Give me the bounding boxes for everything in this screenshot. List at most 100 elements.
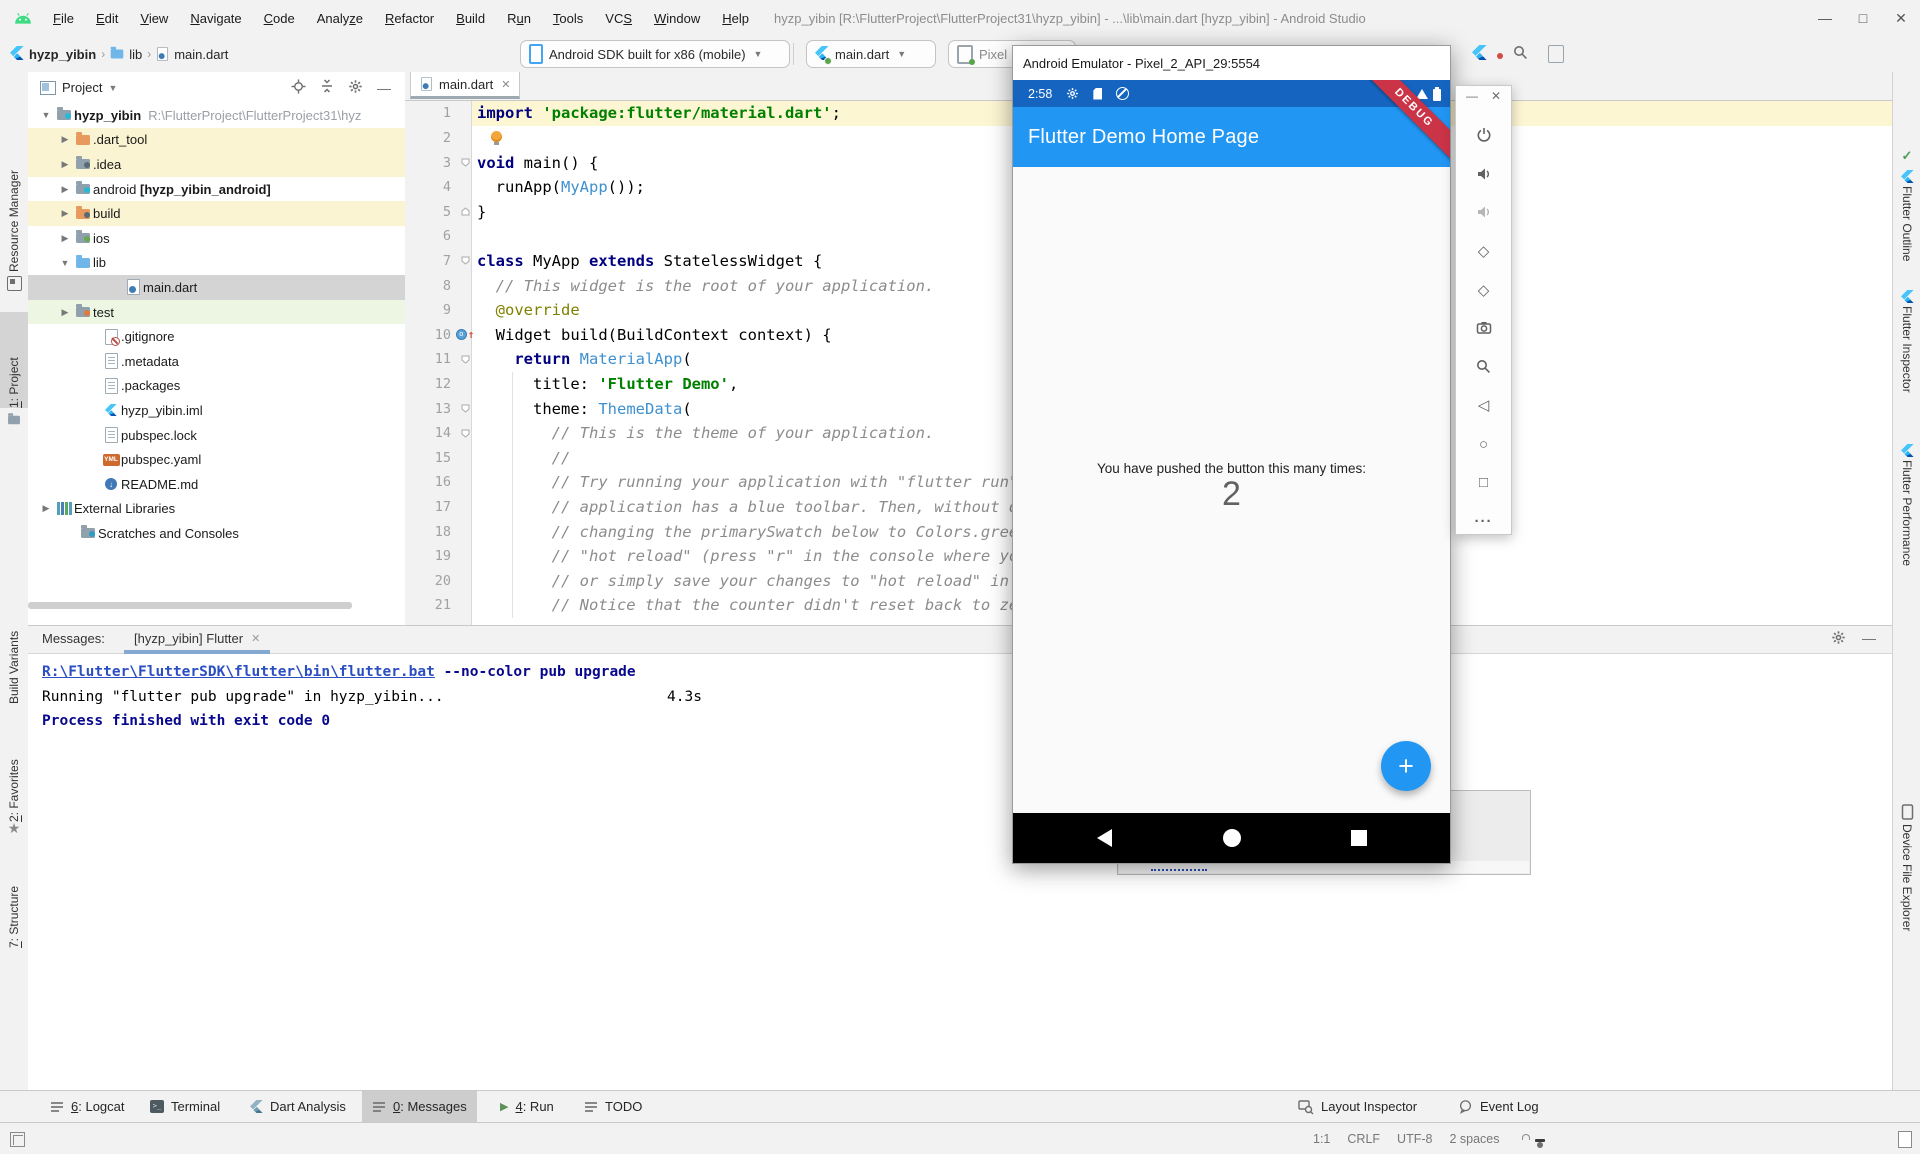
menu-view[interactable]: View [129,11,179,26]
minimize-icon[interactable]: — [1806,10,1844,26]
sidebar-tab-resource-manager[interactable]: Resource Manager [0,154,28,272]
device-selector-dropdown[interactable]: Android SDK built for x86 (mobile) ▼ [520,40,790,68]
toolwindow-tab-dart-analysis[interactable]: Dart Analysis [240,1091,356,1122]
tree-row-build[interactable]: ▶build [28,201,405,226]
toolwindow-tab-terminal[interactable]: >_Terminal [140,1091,230,1122]
tree-row-metadata[interactable]: .metadata [28,349,405,374]
menu-file[interactable]: File [42,11,85,26]
intention-bulb-icon[interactable] [491,131,502,142]
tree-row-pubspec-lock[interactable]: pubspec.lock [28,423,405,448]
tree-row-dart-tool[interactable]: ▶.dart_tool [28,128,405,153]
toolwindow-tab-4-run[interactable]: ▶4: Run [490,1091,564,1122]
tree-expand-icon[interactable]: ▶ [57,184,73,195]
status-crlf[interactable]: CRLF [1347,1132,1380,1146]
tree-row-android[interactable]: ▶android [hyzp_yibin_android] [28,177,405,202]
settings-gear-icon[interactable] [1831,630,1846,648]
emu-rotate-right-button[interactable]: ◇ [1456,270,1511,309]
menu-run[interactable]: Run [496,11,542,26]
emu-home-button[interactable]: ○ [1456,425,1511,464]
nav-back-button[interactable] [1097,829,1112,847]
horizontal-scrollbar[interactable] [28,602,352,609]
sidebar-tab-flutter-outline[interactable]: Flutter Outline [1893,186,1920,272]
toolwindow-tab-todo[interactable]: TODO [574,1091,652,1122]
locate-icon[interactable] [291,79,306,97]
sidebar-tab-build-variants[interactable]: Build Variants [0,594,28,704]
hide-panel-icon[interactable]: — [1862,630,1876,648]
folder-icon[interactable] [6,412,22,428]
run-config-dropdown[interactable]: main.dart ▼ [806,40,936,68]
emu-rotate-left-button[interactable]: ◇ [1456,232,1511,271]
status-2-spaces[interactable]: 2 spaces [1449,1132,1499,1146]
menu-vcs[interactable]: VCS [594,11,643,26]
toolwindow-tab-0-messages[interactable]: 0: Messages [362,1091,477,1122]
device-icon[interactable] [1899,804,1915,820]
override-marker-icon[interactable]: o↑ [456,328,475,341]
toolwindow-toggle-icon[interactable] [10,1132,25,1147]
reader-mode-icon[interactable] [1898,1131,1912,1148]
toolwindow-tab-layout-inspector[interactable]: Layout Inspector [1288,1091,1427,1122]
minimize-icon[interactable]: — [1466,89,1478,103]
emulator-title-bar[interactable]: Android Emulator - Pixel_2_API_29:5554 [1013,46,1450,80]
sidebar-tab-device-file-explorer[interactable]: Device File Explorer [1893,824,1920,946]
tree-row-gitignore[interactable]: .gitignore [28,324,405,349]
nav-overview-button[interactable] [1351,830,1367,846]
breadcrumb-project[interactable]: hyzp_yibin [29,47,96,62]
search-icon[interactable] [1513,45,1528,65]
maximize-icon[interactable]: □ [1844,10,1882,26]
menu-build[interactable]: Build [445,11,496,26]
menu-help[interactable]: Help [711,11,760,26]
menu-window[interactable]: Window [643,11,711,26]
collapse-all-icon[interactable] [320,79,334,96]
favorites-star-icon[interactable]: ★ [6,820,22,836]
sidebar-tab-flutter-inspector[interactable]: Flutter Inspector [1893,306,1920,404]
sidebar-tab-7-structure[interactable]: 7: Structure [0,860,28,948]
console-link[interactable]: R:\Flutter\FlutterSDK\flutter\bin\flutte… [42,664,435,680]
close-icon[interactable]: ✕ [1491,89,1501,103]
hide-panel-icon[interactable]: — [377,80,391,96]
project-view-dropdown[interactable]: Project ▼ [40,80,117,95]
widgets-icon[interactable] [6,275,22,291]
tree-expand-icon[interactable]: ▶ [57,233,73,244]
settings-gear-icon[interactable] [348,79,363,97]
menu-analyze[interactable]: Analyze [306,11,374,26]
status-1-1[interactable]: 1:1 [1313,1132,1330,1146]
tree-row-scratches-and-consoles[interactable]: Scratches and Consoles [28,521,405,546]
sidebar-tab-2-favorites[interactable]: 2: Favorites [0,724,28,822]
toolwindow-tab-6-logcat[interactable]: 6: Logcat [40,1091,135,1122]
inspections-ok-icon[interactable]: ✓ [1899,148,1915,164]
emu-more-button[interactable]: ··· [1456,502,1511,541]
status-utf-8[interactable]: UTF-8 [1397,1132,1432,1146]
breadcrumb-file[interactable]: main.dart [174,47,228,62]
close-icon[interactable]: ✕ [1882,10,1920,27]
tree-row-pubspec-yaml[interactable]: YMLpubspec.yaml [28,447,405,472]
menu-tools[interactable]: Tools [542,11,594,26]
toolwindow-tab-event-log[interactable]: Event Log [1448,1091,1549,1122]
messages-tab-flutter[interactable]: [hyzp_yibin] Flutter ✕ [124,626,270,654]
emu-camera-button[interactable] [1456,309,1511,348]
tree-row-test[interactable]: ▶test [28,300,405,325]
flutter-icon[interactable] [1899,288,1915,304]
tree-row-packages[interactable]: .packages [28,374,405,399]
close-tab-icon[interactable]: ✕ [251,632,260,645]
tree-row-main-dart[interactable]: main.dart [28,275,405,300]
tree-row-hyzp-yibin-iml[interactable]: hyzp_yibin.iml [28,398,405,423]
menu-navigate[interactable]: Navigate [179,11,252,26]
increment-fab-button[interactable]: + [1381,741,1431,791]
emu-volume-up-button[interactable] [1456,155,1511,194]
tree-expand-icon[interactable]: ▶ [57,134,73,145]
tree-row-ios[interactable]: ▶ios [28,226,405,251]
tree-expand-icon[interactable]: ▶ [57,159,73,170]
sidebar-tab-flutter-performance[interactable]: Flutter Performance [1893,460,1920,578]
tree-expand-icon[interactable]: ▶ [57,208,73,219]
sidebar-tab-1-project[interactable]: 1: Project [0,312,28,408]
tree-row-external-libraries[interactable]: ▶External Libraries [28,497,405,522]
emu-volume-down-button[interactable] [1456,193,1511,232]
nav-home-button[interactable] [1223,829,1241,847]
close-tab-icon[interactable]: ✕ [501,78,510,91]
emu-back-button[interactable]: ◁ [1456,386,1511,425]
tree-collapse-icon[interactable]: ▼ [57,258,73,268]
tree-row-hyzp-yibin[interactable]: ▼hyzp_yibinR:\FlutterProject\FlutterProj… [28,103,405,128]
tree-row-readme-md[interactable]: ↓README.md [28,472,405,497]
tree-expand-icon[interactable]: ▶ [38,503,54,514]
emu-power-button[interactable] [1456,116,1511,155]
